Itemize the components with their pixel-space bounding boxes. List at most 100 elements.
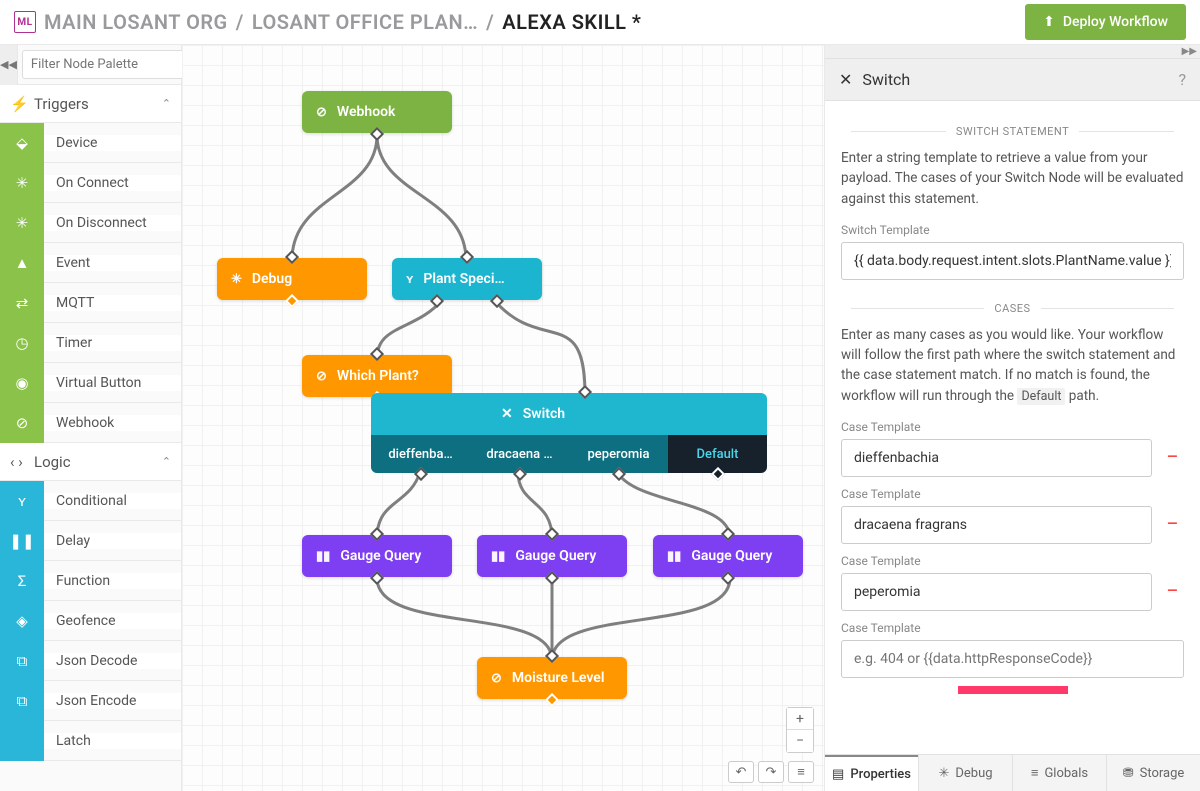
redo-button[interactable]: ↷: [758, 761, 784, 783]
workflow-node-whichplant[interactable]: ⊘ Which Plant?: [302, 355, 452, 397]
node-icon: ✳: [0, 163, 44, 203]
palette-group-triggers[interactable]: ⚡Triggers⌃: [0, 85, 181, 123]
switch-case-2[interactable]: peperomia: [569, 435, 668, 473]
upload-icon: ⬆: [1043, 14, 1055, 30]
palette-node-virtual-button[interactable]: ◉Virtual Button: [0, 363, 181, 403]
node-icon: ⇄: [0, 283, 44, 323]
app-header: ML MAIN LOSANT ORG / LOSANT OFFICE PLAN……: [0, 0, 1200, 45]
canvas-menu-button[interactable]: ≡: [788, 761, 814, 783]
node-label: Plant Speci…: [423, 271, 504, 287]
breadcrumb: ML MAIN LOSANT ORG / LOSANT OFFICE PLAN……: [14, 10, 641, 34]
tab-globals[interactable]: ≡Globals: [1012, 755, 1106, 791]
switch-case-0[interactable]: dieffenba…: [371, 435, 470, 473]
palette-node-function[interactable]: ΣFunction: [0, 561, 181, 601]
workflow-node-moisture[interactable]: ⊘ Moisture Level: [477, 657, 627, 699]
workflow-node-switch[interactable]: ✕ Switch dieffenba…dracaena …peperomiaDe…: [371, 393, 767, 473]
palette-node-timer[interactable]: ◷Timer: [0, 323, 181, 363]
zoom-out-button[interactable]: −: [787, 730, 813, 752]
node-icon: [0, 721, 44, 761]
node-icon: ◷: [0, 323, 44, 363]
switch-case-3[interactable]: Default: [668, 435, 767, 473]
tab-storage[interactable]: ⛃Storage: [1106, 755, 1200, 791]
tab-debug[interactable]: ✳Debug: [918, 755, 1012, 791]
panel-tabs: ▤Properties✳Debug≡Globals⛃Storage: [825, 754, 1200, 791]
desc-cases: Enter as many cases as you would like. Y…: [841, 325, 1184, 407]
link-icon: ⊘: [316, 369, 327, 384]
delete-case-button[interactable]: −: [1160, 580, 1184, 604]
desc-switch: Enter a string template to retrieve a va…: [841, 148, 1184, 209]
node-label: Which Plant?: [337, 368, 419, 384]
workflow-node-gauge-2[interactable]: ▮▮ Gauge Query: [477, 535, 627, 577]
node-label: MQTT: [44, 295, 181, 311]
palette-node-latch[interactable]: Latch: [0, 721, 181, 761]
node-label: Webhook: [44, 415, 181, 431]
node-label: On Connect: [44, 175, 181, 191]
palette-group-logic[interactable]: ‹ ›Logic⌃: [0, 443, 181, 481]
palette-node-mqtt[interactable]: ⇄MQTT: [0, 283, 181, 323]
palette-node-json-decode[interactable]: ⧉Json Decode: [0, 641, 181, 681]
crumb-org[interactable]: MAIN LOSANT ORG: [44, 10, 228, 34]
tab-icon: ⛃: [1123, 766, 1134, 781]
node-icon: ʏ: [0, 481, 44, 521]
panel-title: Switch: [862, 70, 910, 89]
case-input-0[interactable]: [841, 439, 1152, 477]
deploy-button-label: Deploy Workflow: [1063, 14, 1168, 30]
case-input-1[interactable]: [841, 506, 1152, 544]
node-label: Gauge Query: [340, 548, 421, 564]
node-icon: ◉: [0, 363, 44, 403]
switch-case-1[interactable]: dracaena …: [470, 435, 569, 473]
node-label: Device: [44, 135, 181, 151]
node-icon: ⧉: [0, 641, 44, 681]
zoom-in-button[interactable]: +: [787, 708, 813, 730]
new-case-input[interactable]: [841, 640, 1184, 678]
delete-case-button[interactable]: −: [1160, 446, 1184, 470]
delete-case-button[interactable]: −: [1160, 513, 1184, 537]
palette-node-event[interactable]: ▲Event: [0, 243, 181, 283]
node-icon: ▲: [0, 243, 44, 283]
node-label: Latch: [44, 733, 181, 749]
link-icon: ⊘: [491, 671, 502, 686]
workflow-canvas[interactable]: ⊘ Webhook ✳ Debug ʏ Plant Speci… ⊘ Which…: [182, 45, 824, 791]
panel-collapse-bar[interactable]: ▶▶: [825, 45, 1200, 59]
undo-button[interactable]: ↶: [728, 761, 754, 783]
section-cases: CASES: [841, 302, 1184, 315]
node-icon: ❚❚: [0, 521, 44, 561]
workflow-node-webhook[interactable]: ⊘ Webhook: [302, 91, 452, 133]
palette-node-json-encode[interactable]: ⧉Json Encode: [0, 681, 181, 721]
switch-template-input[interactable]: [841, 242, 1184, 280]
tab-properties[interactable]: ▤Properties: [825, 755, 918, 791]
link-icon: ⊘: [316, 105, 327, 120]
palette-node-on-connect[interactable]: ✳On Connect: [0, 163, 181, 203]
palette-node-delay[interactable]: ❚❚Delay: [0, 521, 181, 561]
palette-filter-input[interactable]: [22, 50, 206, 79]
workflow-node-plantspec[interactable]: ʏ Plant Speci…: [392, 258, 542, 300]
switch-template-label: Switch Template: [841, 223, 1184, 237]
collapse-palette-button[interactable]: ◀◀: [0, 45, 18, 85]
node-label: Switch: [523, 406, 565, 422]
shuffle-icon: ✕: [501, 406, 513, 422]
palette-node-device[interactable]: ⬙Device: [0, 123, 181, 163]
crumb-app[interactable]: LOSANT OFFICE PLAN…: [252, 10, 478, 34]
deploy-button[interactable]: ⬆ Deploy Workflow: [1025, 4, 1186, 40]
palette-node-on-disconnect[interactable]: ✳On Disconnect: [0, 203, 181, 243]
case-input-2[interactable]: [841, 573, 1152, 611]
node-label: Event: [44, 255, 181, 271]
node-label: Json Encode: [44, 693, 181, 709]
node-label: Webhook: [337, 104, 396, 120]
palette-node-geofence[interactable]: ◈Geofence: [0, 601, 181, 641]
properties-panel: ▶▶ ✕ Switch ? SWITCH STATEMENT Enter a s…: [824, 45, 1200, 791]
help-icon[interactable]: ?: [1178, 70, 1186, 89]
tab-icon: ≡: [1031, 765, 1039, 781]
palette-node-conditional[interactable]: ʏConditional: [0, 481, 181, 521]
palette-node-webhook[interactable]: ⊘Webhook: [0, 403, 181, 443]
workflow-node-gauge-1[interactable]: ▮▮ Gauge Query: [302, 535, 452, 577]
logo[interactable]: ML: [14, 11, 36, 33]
node-label: Virtual Button: [44, 375, 181, 391]
gear-icon: ✳: [231, 272, 242, 287]
workflow-node-gauge-3[interactable]: ▮▮ Gauge Query: [653, 535, 803, 577]
workflow-node-debug[interactable]: ✳ Debug: [217, 258, 367, 300]
shuffle-icon: ✕: [839, 70, 852, 89]
delete-bar[interactable]: [958, 686, 1068, 694]
section-switch-statement: SWITCH STATEMENT: [841, 125, 1184, 138]
node-label: On Disconnect: [44, 215, 181, 231]
